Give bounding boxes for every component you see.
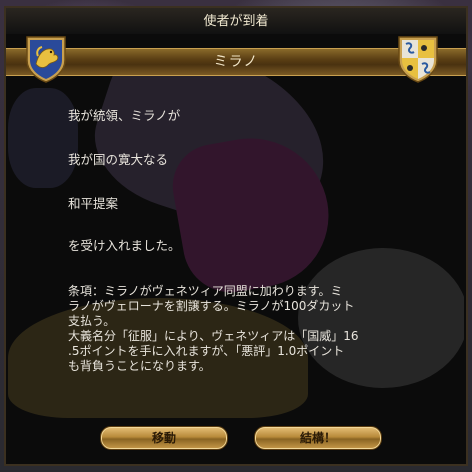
message-line-4: を受け入れました。 (68, 238, 181, 253)
message-line-2: 我が国の寛大なる (68, 152, 169, 167)
message-line-3: 和平提案 (68, 196, 119, 211)
envoy-dialog: 使者が到着 ミラノ 我が統領、ミラノが 我が国の寛大なる 和平提案 を受け入れま… (4, 6, 468, 466)
message-line-1: 我が統領、ミラノが (68, 108, 181, 123)
peace-terms-text: 条項：ミラノがヴェネツィア同盟に加わります。ミ ラノがヴェローナを割譲する。ミラ… (68, 284, 359, 373)
dialog-title: 使者が到着 (6, 8, 466, 34)
move-button[interactable]: 移動 (100, 426, 228, 450)
ok-button[interactable]: 結構！ (254, 426, 382, 450)
milan-serpent-shield-icon (396, 34, 440, 84)
venice-lion-shield-icon (24, 34, 68, 84)
